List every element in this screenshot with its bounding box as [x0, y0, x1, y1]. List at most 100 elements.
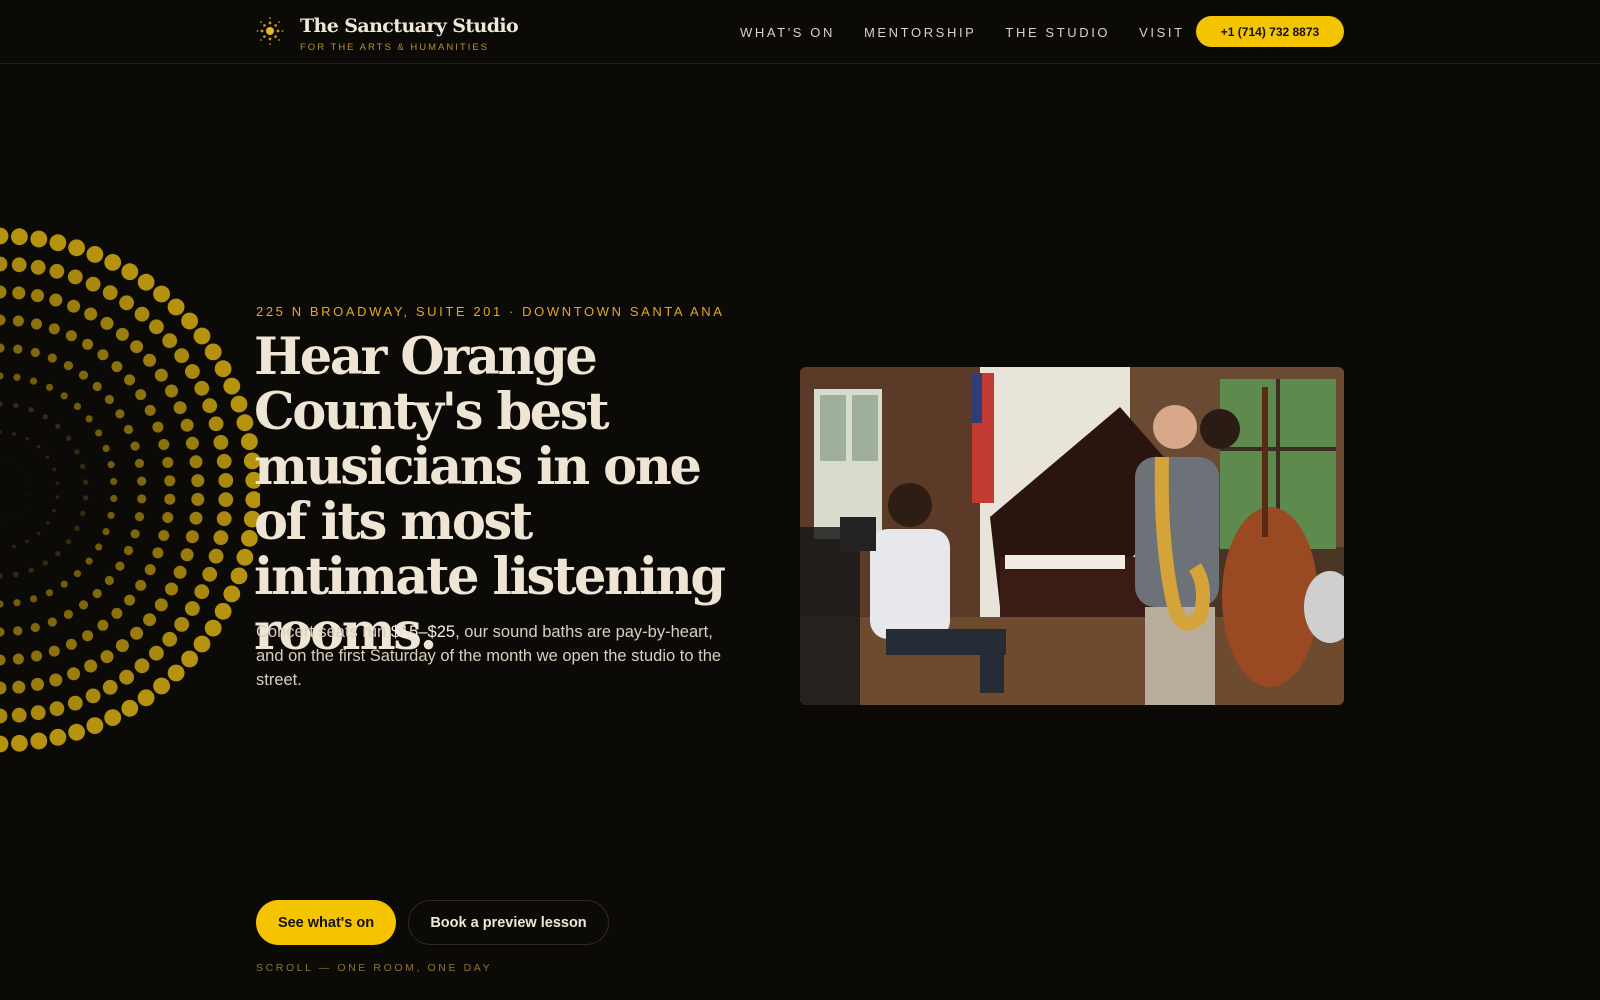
decorative-dot: [0, 600, 4, 608]
decorative-dot: [144, 404, 156, 416]
decorative-dot: [102, 444, 110, 452]
decorative-dot: [80, 463, 86, 470]
nav-mentorship[interactable]: MENTORSHIP: [864, 25, 976, 40]
decorative-dot: [102, 679, 118, 695]
decorative-dot: [0, 459, 1, 461]
decorative-dot: [185, 530, 199, 544]
decorative-dot: [52, 508, 56, 513]
decorative-dot: [102, 285, 118, 301]
decorative-dot: [12, 544, 16, 549]
decorative-dot: [84, 307, 98, 321]
hero-headline: Hear Orange County's best musicians in o…: [254, 327, 726, 662]
dotted-sunburst-decoration: [0, 227, 260, 753]
decorative-dot: [181, 650, 199, 668]
decorative-dot: [164, 475, 176, 487]
decorative-dot: [154, 598, 168, 612]
decorative-dot: [85, 276, 101, 292]
decorative-dot: [153, 285, 171, 303]
decorative-dot: [30, 347, 40, 358]
decorative-dot: [0, 708, 8, 724]
decorative-dot: [25, 539, 29, 544]
decorative-dot: [137, 494, 147, 504]
decorative-dot: [92, 381, 102, 392]
phone-button[interactable]: +1 (714) 732 8873: [1196, 16, 1344, 47]
decorative-dot: [11, 228, 28, 246]
decorative-dot: [78, 370, 89, 380]
decorative-dot: [13, 571, 19, 578]
decorative-dot: [173, 565, 187, 579]
decorative-dot: [115, 409, 125, 419]
decorative-dot: [236, 414, 254, 432]
decorative-dot: [115, 327, 129, 341]
decorative-dot: [123, 545, 134, 556]
decorative-dot: [0, 372, 4, 380]
lede-price: $15–$25: [390, 623, 456, 641]
decorative-dot: [214, 360, 232, 378]
decorative-dot: [55, 550, 61, 557]
decorative-dot: [115, 639, 129, 653]
decorative-dot: [143, 353, 157, 367]
decorative-dot: [174, 348, 190, 363]
decorative-dot: [12, 653, 24, 665]
hero-lede: Concert seats run $15–$25, our sound bat…: [256, 620, 736, 692]
nav-the-studio[interactable]: THE STUDIO: [1005, 25, 1110, 40]
decorative-dot: [85, 415, 93, 423]
decorative-dot: [28, 484, 31, 486]
decorative-dot: [208, 416, 224, 432]
decorative-dot: [194, 584, 210, 600]
decorative-dot: [11, 734, 28, 752]
decorative-dot: [86, 717, 104, 734]
decorative-dot: [214, 602, 232, 620]
decorative-dot: [31, 650, 42, 662]
decorative-dot: [236, 548, 254, 566]
decorative-dot: [49, 673, 63, 687]
decorative-dot: [0, 314, 6, 326]
nav-whats-on[interactable]: WHAT'S ON: [740, 25, 835, 40]
decorative-dot: [49, 293, 63, 307]
book-preview-lesson-button[interactable]: Book a preview lesson: [408, 900, 609, 945]
decorative-dot: [18, 466, 21, 468]
nav-visit[interactable]: VISIT: [1139, 25, 1185, 40]
decorative-dot: [25, 504, 27, 506]
decorative-dot: [28, 494, 31, 497]
decorative-dot: [47, 353, 57, 363]
decorative-dot: [213, 435, 229, 450]
decorative-dot: [124, 594, 136, 606]
decorative-dot: [152, 421, 164, 433]
decorative-dot: [97, 349, 109, 361]
decorative-dot: [130, 340, 144, 354]
decorative-dot: [30, 732, 48, 750]
decorative-dot: [230, 395, 248, 413]
decorative-dot: [31, 289, 44, 303]
decorative-dot: [135, 389, 147, 401]
decorative-dot: [216, 453, 232, 469]
decorative-dot: [92, 588, 102, 599]
decorative-dot: [95, 429, 103, 437]
decorative-dot: [100, 650, 114, 664]
decorative-dot: [48, 645, 60, 657]
decorative-dot: [9, 461, 12, 463]
decorative-dot: [158, 439, 170, 450]
decorative-dot: [0, 627, 5, 637]
see-whats-on-button[interactable]: See what's on: [256, 900, 396, 945]
decorative-dot: [165, 582, 178, 596]
decorative-dot: [45, 589, 54, 597]
decorative-dot: [185, 436, 199, 450]
decorative-dot: [85, 688, 101, 704]
brand-tagline: FOR THE ARTS & HUMANITIES: [300, 42, 490, 53]
decorative-dot: [9, 517, 12, 519]
decorative-dot: [45, 455, 50, 459]
decorative-dot: [73, 402, 82, 410]
decorative-dot: [13, 344, 23, 354]
decorative-dot: [202, 566, 218, 582]
decorative-dot: [153, 677, 171, 695]
brand-logo-link[interactable]: The Sanctuary Studio FOR THE ARTS & HUMA…: [256, 14, 519, 53]
decorative-dot: [137, 273, 155, 291]
decorative-dot: [49, 728, 67, 746]
decorative-dot: [85, 557, 93, 565]
decorative-dot: [68, 239, 85, 257]
decorative-dot: [135, 579, 147, 591]
decorative-dot: [67, 695, 83, 711]
decorative-dot: [0, 343, 5, 353]
decorative-dot: [65, 539, 72, 545]
